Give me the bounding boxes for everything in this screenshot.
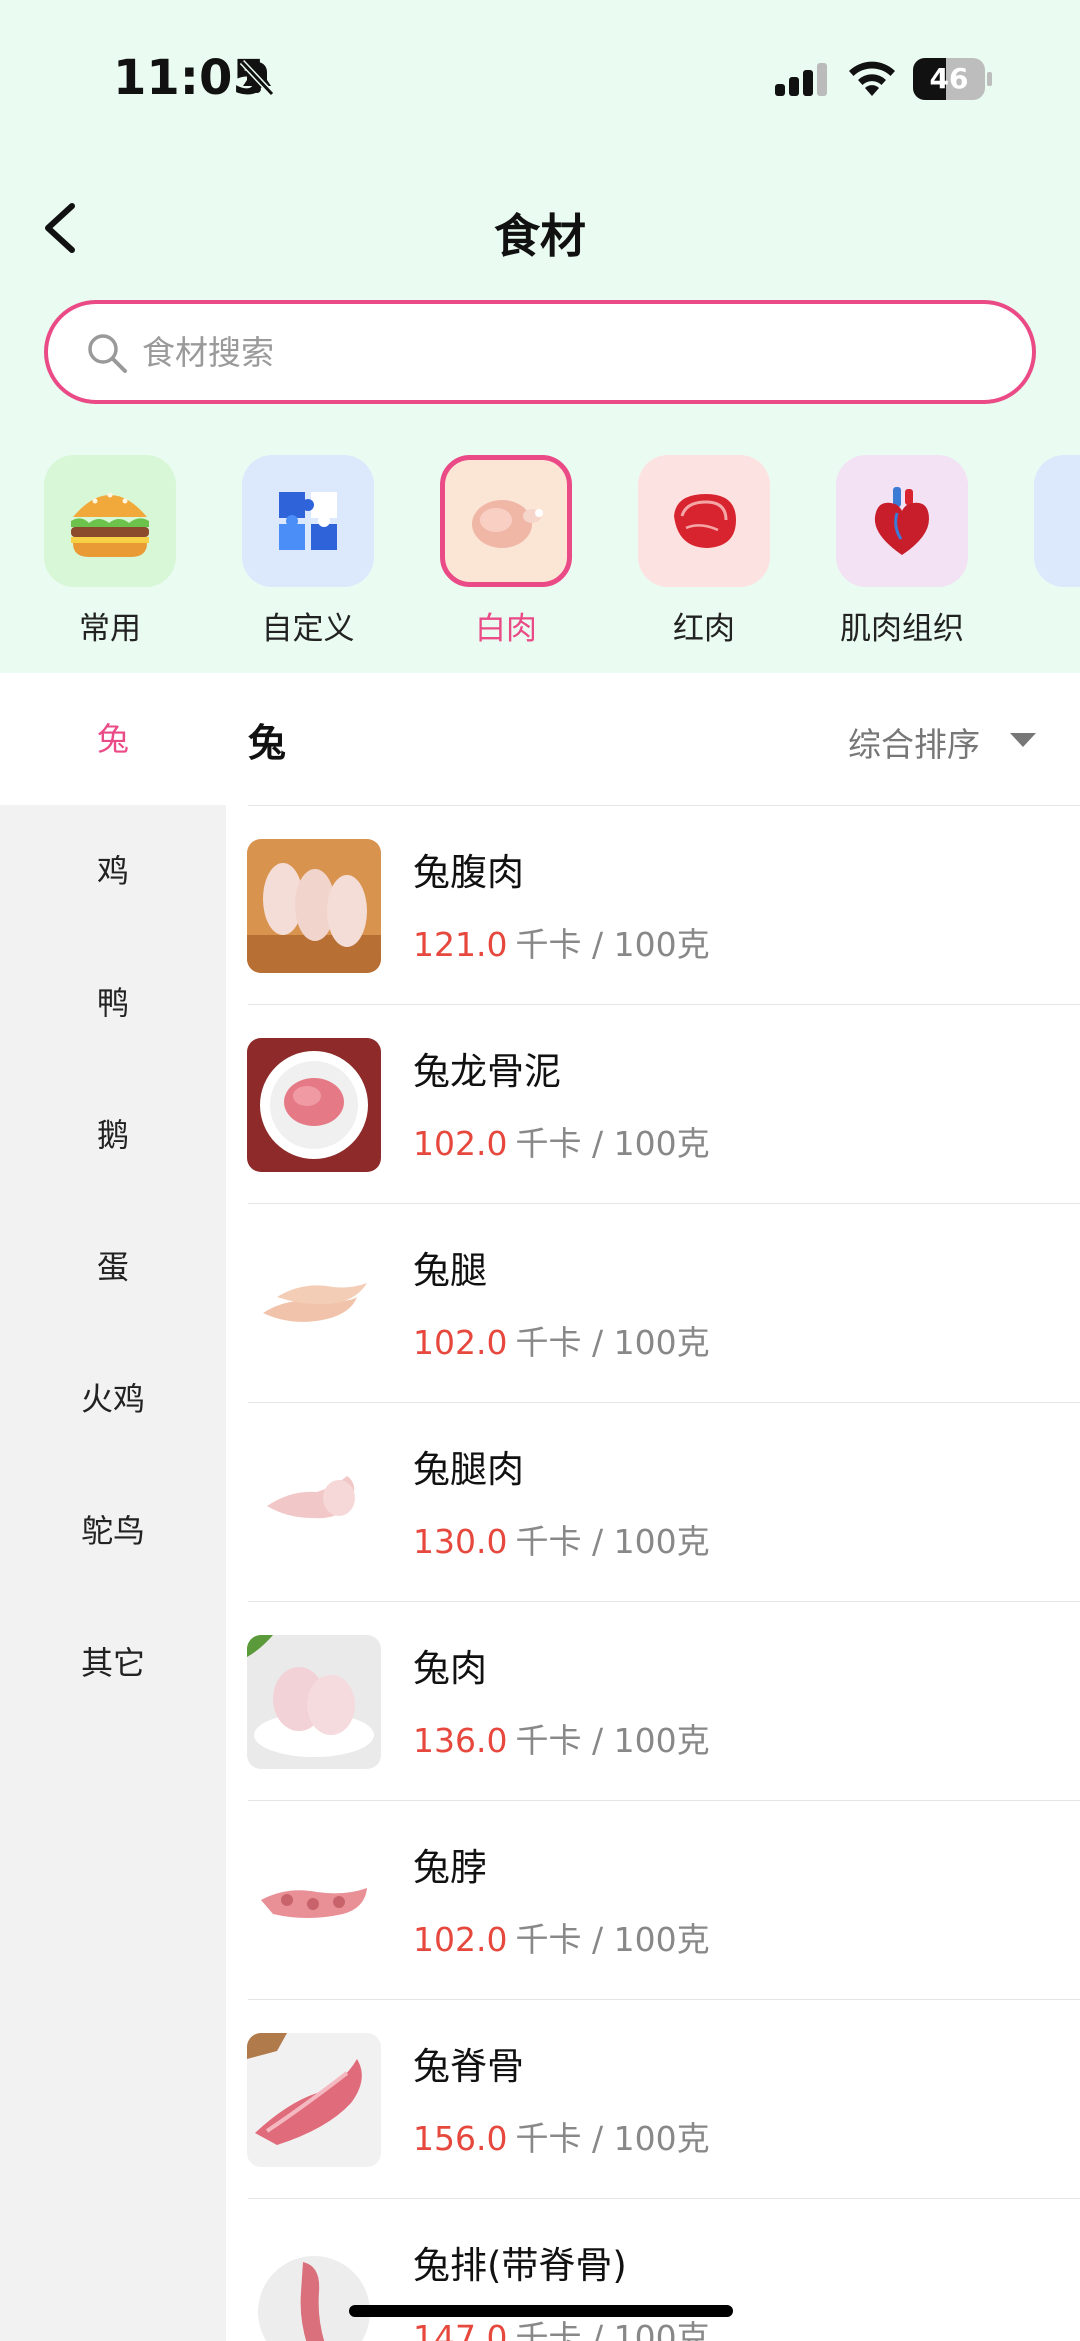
- category-muscle-tissue[interactable]: 肌肉组织: [824, 453, 974, 653]
- category-tile: [44, 455, 176, 587]
- food-name: 兔腹肉: [413, 851, 524, 894]
- food-image: [247, 2232, 381, 2341]
- wifi-icon: [849, 61, 895, 96]
- category-scroller[interactable]: 常用 自定义 白肉 红肉 肌肉组织: [0, 453, 1080, 653]
- category-label: 自定义: [261, 611, 355, 647]
- food-item[interactable]: 兔排(带脊骨) 147.0 千卡 / 100克: [226, 2199, 1080, 2341]
- food-item[interactable]: 兔腿 102.0 千卡 / 100克: [226, 1204, 1080, 1403]
- category-white-meat[interactable]: 白肉: [428, 453, 578, 653]
- calorie-value: 147.0: [413, 2318, 508, 2341]
- calorie-value: 102.0: [413, 1920, 508, 1959]
- food-name: 兔肉: [413, 1647, 487, 1690]
- search-icon: [88, 334, 127, 373]
- calorie-unit: 千卡 / 100克: [515, 2119, 710, 2158]
- puzzle-icon: [279, 492, 337, 550]
- sidebar-item-other[interactable]: 其它: [0, 1597, 226, 1729]
- category-label: 红肉: [673, 611, 735, 647]
- food-name: 兔腿肉: [413, 1448, 524, 1491]
- category-common[interactable]: 常用: [32, 453, 182, 653]
- calorie-unit: 千卡 / 100克: [515, 1721, 710, 1760]
- calorie-unit: 千卡 / 100克: [515, 1124, 710, 1163]
- search-input[interactable]: [142, 320, 992, 384]
- sidebar-item-goose[interactable]: 鹅: [0, 1069, 226, 1201]
- food-name: 兔脖: [413, 1846, 487, 1889]
- category-label: 常用: [79, 611, 141, 647]
- calorie-value: 102.0: [413, 1124, 508, 1163]
- food-image: [247, 1237, 381, 1371]
- food-item[interactable]: 兔脊骨 156.0 千卡 / 100克: [226, 2000, 1080, 2199]
- heart-organ-icon: [874, 487, 929, 555]
- food-calories: 136.0 千卡 / 100克: [413, 1714, 710, 1762]
- sort-button[interactable]: 综合排序: [848, 718, 980, 764]
- category-label: 白肉: [475, 611, 537, 647]
- food-image: [247, 1635, 381, 1769]
- category-label: 肌肉组织: [840, 611, 964, 647]
- chicken-icon: [472, 500, 543, 548]
- food-calories: 102.0 千卡 / 100克: [413, 1316, 710, 1364]
- food-calories: 156.0 千卡 / 100克: [413, 2112, 710, 2160]
- food-calories: 130.0 千卡 / 100克: [413, 1515, 710, 1563]
- calorie-unit: 千卡 / 100克: [515, 1323, 710, 1362]
- food-calories: 102.0 千卡 / 100克: [413, 1117, 710, 1165]
- sidebar-item-chicken[interactable]: 鸡: [0, 805, 226, 937]
- battery-level-text: 46: [929, 62, 969, 95]
- burger-icon: [71, 492, 149, 557]
- food-item[interactable]: 兔龙骨泥 102.0 千卡 / 100克: [226, 1005, 1080, 1204]
- food-image: [247, 2033, 381, 2167]
- list-heading: 兔: [248, 721, 287, 765]
- food-image: [247, 1834, 381, 1968]
- battery-icon: 46: [913, 58, 992, 100]
- food-calories: 102.0 千卡 / 100克: [413, 1913, 710, 1961]
- category-tile: [440, 455, 572, 587]
- food-item[interactable]: 兔腹肉 121.0 千卡 / 100克: [226, 806, 1080, 1005]
- chevron-down-icon[interactable]: [1010, 733, 1036, 747]
- category-custom[interactable]: 自定义: [230, 453, 380, 653]
- sidebar: 兔 鸡 鸭 鹅 蛋 火鸡 鸵鸟 其它: [0, 673, 226, 2341]
- sidebar-item-turkey[interactable]: 火鸡: [0, 1333, 226, 1465]
- calorie-value: 130.0: [413, 1522, 508, 1561]
- sidebar-item-duck[interactable]: 鸭: [0, 937, 226, 1069]
- food-name: 兔龙骨泥: [413, 1050, 561, 1093]
- food-name: 兔排(带脊骨): [413, 2244, 627, 2287]
- calorie-value: 121.0: [413, 925, 508, 964]
- food-name: 兔脊骨: [413, 2045, 524, 2088]
- category-tile: [1034, 455, 1080, 587]
- status-bar: 11:05 46: [0, 0, 1080, 150]
- category-tile: [836, 455, 968, 587]
- food-image: [247, 1436, 381, 1570]
- bell-muted-icon: [239, 59, 275, 97]
- category-more[interactable]: [1022, 453, 1080, 653]
- search-bar[interactable]: [44, 300, 1036, 404]
- food-item[interactable]: 兔肉 136.0 千卡 / 100克: [226, 1602, 1080, 1801]
- back-button[interactable]: [34, 196, 90, 260]
- category-tile: [638, 455, 770, 587]
- steak-icon: [674, 494, 736, 548]
- cellular-signal-icon: [775, 63, 827, 96]
- food-item[interactable]: 兔脖 102.0 千卡 / 100克: [226, 1801, 1080, 2000]
- sidebar-item-egg[interactable]: 蛋: [0, 1201, 226, 1333]
- sidebar-item-ostrich[interactable]: 鸵鸟: [0, 1465, 226, 1597]
- calorie-unit: 千卡 / 100克: [515, 1522, 710, 1561]
- calorie-unit: 千卡 / 100克: [515, 925, 710, 964]
- food-item[interactable]: 兔腿肉 130.0 千卡 / 100克: [226, 1403, 1080, 1602]
- category-tile: [242, 455, 374, 587]
- category-red-meat[interactable]: 红肉: [626, 453, 776, 653]
- calorie-unit: 千卡 / 100克: [515, 1920, 710, 1959]
- food-name: 兔腿: [413, 1249, 487, 1292]
- calorie-value: 136.0: [413, 1721, 508, 1760]
- home-indicator[interactable]: [349, 2305, 733, 2317]
- calorie-value: 102.0: [413, 1323, 508, 1362]
- food-image: [247, 1038, 381, 1172]
- calorie-unit: 千卡 / 100克: [515, 2318, 710, 2341]
- calorie-value: 156.0: [413, 2119, 508, 2158]
- food-calories: 121.0 千卡 / 100克: [413, 918, 710, 966]
- sidebar-item-rabbit[interactable]: 兔: [0, 673, 226, 805]
- food-image: [247, 839, 381, 973]
